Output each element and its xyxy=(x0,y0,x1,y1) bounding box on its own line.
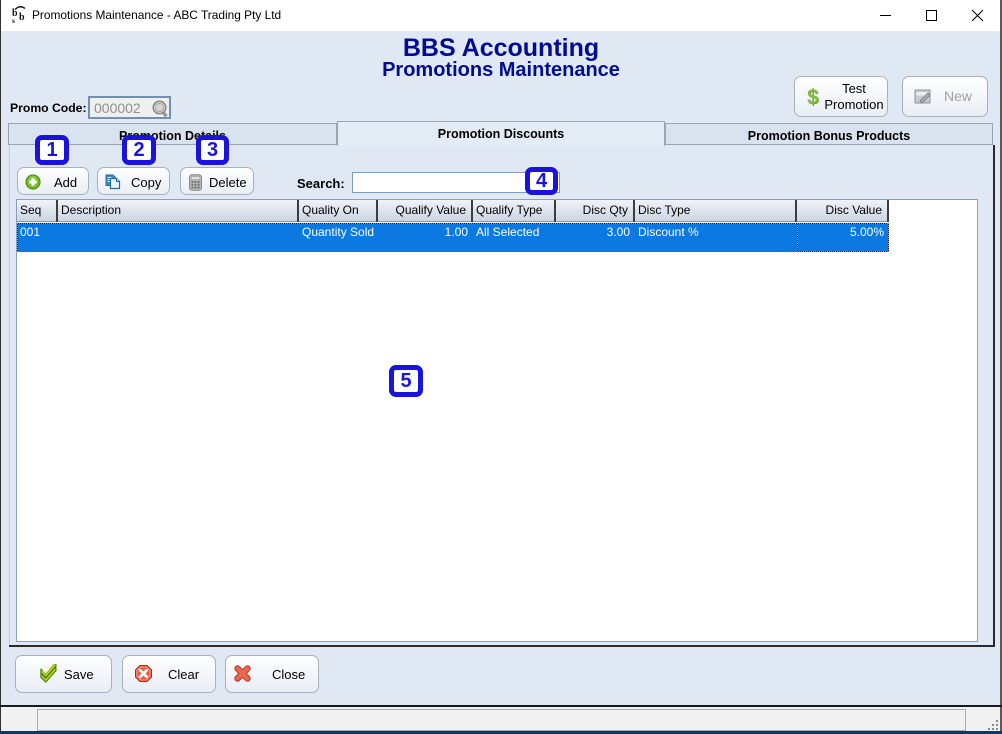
svg-text:s: s xyxy=(12,16,15,23)
svg-text:b: b xyxy=(19,12,25,23)
